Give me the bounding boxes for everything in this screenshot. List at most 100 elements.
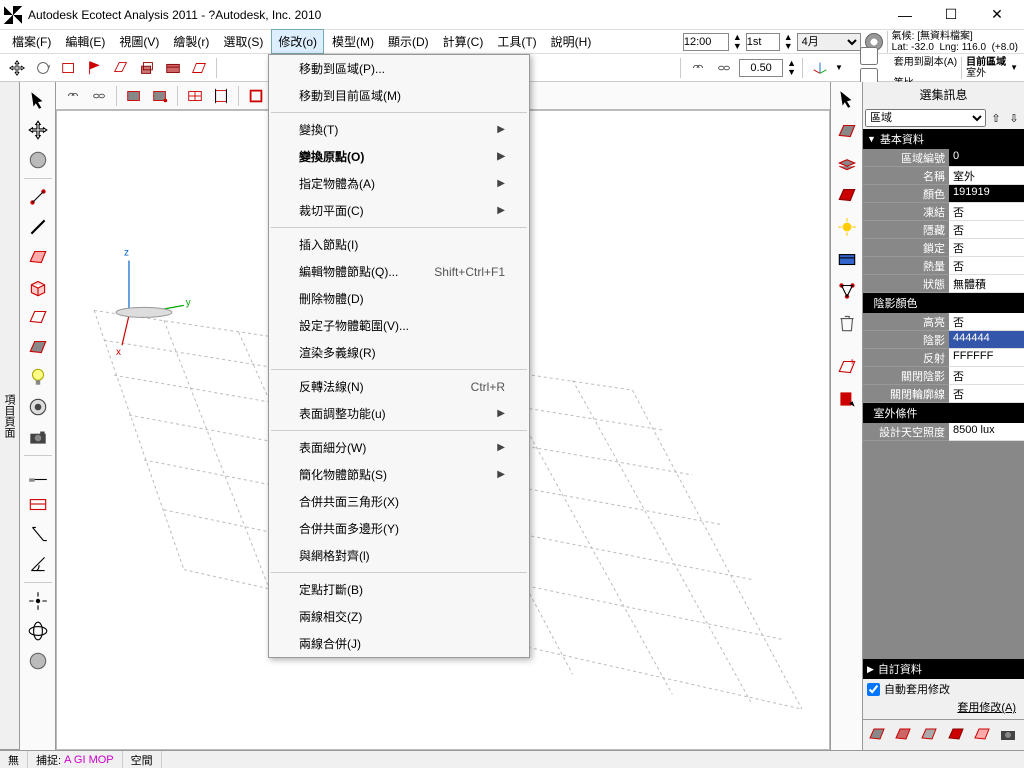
property-value[interactable]: 否 (949, 239, 1024, 257)
link-s-icon[interactable] (62, 85, 84, 107)
property-value[interactable]: FFFFFF (949, 349, 1024, 367)
angle-tool-icon[interactable] (23, 550, 53, 578)
bb-camera-icon[interactable] (998, 724, 1020, 746)
property-value[interactable]: 否 (949, 203, 1024, 221)
sphere2-tool-icon[interactable] (23, 647, 53, 675)
property-value[interactable]: 0 (949, 149, 1024, 167)
menu-item[interactable]: 表面細分(W)▶ (269, 434, 529, 461)
property-value[interactable]: 否 (949, 257, 1024, 275)
orbit-tool-icon[interactable] (23, 617, 53, 645)
menu-item[interactable]: 移動到區域(P)... (269, 55, 529, 82)
zone-selector[interactable]: 區域 (865, 109, 986, 127)
para-red-icon[interactable] (110, 57, 132, 79)
menu-item[interactable]: 兩線相交(Z) (269, 603, 529, 630)
flag-red-icon[interactable] (84, 57, 106, 79)
spin-buttons-icon[interactable]: ▲▼ (787, 59, 796, 77)
bulb-tool-icon[interactable] (23, 363, 53, 391)
menu-select[interactable]: 選取(S) (217, 30, 269, 53)
link-s2-icon[interactable] (88, 85, 110, 107)
menu-draw[interactable]: 繪製(r) (167, 30, 215, 53)
grid-s-icon[interactable] (184, 85, 206, 107)
shear-icon[interactable] (188, 57, 210, 79)
time-spinner-icon[interactable]: ▲▼ (733, 33, 742, 51)
menu-model[interactable]: 模型(M) (326, 30, 380, 53)
property-value[interactable]: 室外 (949, 167, 1024, 185)
menu-item[interactable]: 反轉法線(N)Ctrl+R (269, 373, 529, 400)
grid-spacing-input[interactable] (739, 59, 783, 77)
move-tool-icon[interactable] (6, 57, 28, 79)
tab-project[interactable]: 項目頁面 (0, 82, 19, 750)
export-icon[interactable] (834, 386, 860, 412)
cursor-icon[interactable] (834, 86, 860, 112)
link-icon[interactable] (687, 57, 709, 79)
apply-changes-button[interactable]: 套用修改(A) (867, 697, 1020, 717)
menu-item[interactable]: 變換原點(O)▶ (269, 143, 529, 170)
section-basic-header[interactable]: ▼基本資料 (863, 129, 1024, 149)
center-tool-icon[interactable] (23, 587, 53, 615)
section-outdoor-header[interactable]: 室外條件 (863, 403, 1024, 423)
menu-item[interactable]: 變換(T)▶ (269, 116, 529, 143)
box-tool-icon[interactable] (23, 273, 53, 301)
vertex-tool-icon[interactable] (23, 183, 53, 211)
menu-item[interactable]: 合併共面多邊形(Y) (269, 515, 529, 542)
rotate-tool-icon[interactable] (32, 57, 54, 79)
trash-icon[interactable] (834, 310, 860, 336)
menu-item[interactable]: 兩線合併(J) (269, 630, 529, 657)
sun-tool-icon[interactable] (834, 214, 860, 240)
bb3-icon[interactable] (919, 724, 941, 746)
layers-icon[interactable] (834, 150, 860, 176)
minimize-button[interactable]: — (882, 0, 928, 30)
bb5-icon[interactable] (972, 724, 994, 746)
surface-tool-icon[interactable] (23, 243, 53, 271)
menu-item[interactable]: 合併共面三角形(X) (269, 488, 529, 515)
arrow-tool-icon[interactable] (23, 86, 53, 114)
menu-item[interactable]: 裁切平面(C)▶ (269, 197, 529, 224)
maximize-button[interactable]: ☐ (928, 0, 974, 30)
property-value[interactable]: 否 (949, 313, 1024, 331)
day-input[interactable] (746, 33, 780, 51)
menu-item[interactable]: 移動到目前區域(M) (269, 82, 529, 109)
endpoint-tool-icon[interactable] (23, 460, 53, 488)
menu-item[interactable]: 插入節點(I) (269, 231, 529, 258)
day-spinner-icon[interactable]: ▲▼ (784, 33, 793, 51)
bb2-icon[interactable] (893, 724, 915, 746)
property-value[interactable]: 無體積 (949, 275, 1024, 293)
camera-tool-icon[interactable] (23, 423, 53, 451)
menu-calc[interactable]: 計算(C) (437, 30, 490, 53)
window-tool-icon[interactable] (23, 490, 53, 518)
menu-view[interactable]: 視圖(V) (113, 30, 165, 53)
menu-help[interactable]: 說明(H) (545, 30, 598, 53)
section-shadow-header[interactable]: 陰影顏色 (863, 293, 1024, 313)
apply-copy-checkbox[interactable] (847, 47, 891, 65)
zone-icon[interactable] (834, 118, 860, 144)
sphere-tool-icon[interactable] (23, 146, 53, 174)
pan-tool-icon[interactable] (23, 116, 53, 144)
property-value[interactable]: 191919 (949, 185, 1024, 203)
property-value[interactable]: 否 (949, 367, 1024, 385)
menu-item[interactable]: 指定物體為(A)▶ (269, 170, 529, 197)
rect-s1-icon[interactable] (123, 85, 145, 107)
menu-item[interactable]: 編輯物體節點(Q)...Shift+Ctrl+F1 (269, 258, 529, 285)
network-icon[interactable] (834, 278, 860, 304)
menu-tools[interactable]: 工具(T) (491, 30, 542, 53)
rect-s2-icon[interactable] (149, 85, 171, 107)
next-zone-icon[interactable]: ⇩ (1006, 112, 1022, 125)
property-value[interactable]: 否 (949, 385, 1024, 403)
panel-icon[interactable] (162, 57, 184, 79)
caliper-tool-icon[interactable] (23, 520, 53, 548)
menu-file[interactable]: 檔案(F) (6, 30, 57, 53)
property-value[interactable]: 否 (949, 221, 1024, 239)
panel-mat-icon[interactable] (834, 246, 860, 272)
menu-item[interactable]: 渲染多義線(R) (269, 339, 529, 366)
extrude-icon[interactable] (136, 57, 158, 79)
axes-icon[interactable] (809, 57, 831, 79)
prev-zone-icon[interactable]: ⇧ (988, 112, 1004, 125)
wall-tool-icon[interactable] (23, 303, 53, 331)
menu-item[interactable]: 設定子物體範圍(V)... (269, 312, 529, 339)
roof-tool-icon[interactable] (23, 333, 53, 361)
property-value[interactable]: 8500 lux (949, 423, 1024, 441)
zone-add-icon[interactable]: + (834, 354, 860, 380)
auto-apply-checkbox[interactable]: 自動套用修改 (867, 681, 1020, 697)
speaker-tool-icon[interactable] (23, 393, 53, 421)
section-custom-header[interactable]: ▶自訂資料 (863, 659, 1024, 679)
